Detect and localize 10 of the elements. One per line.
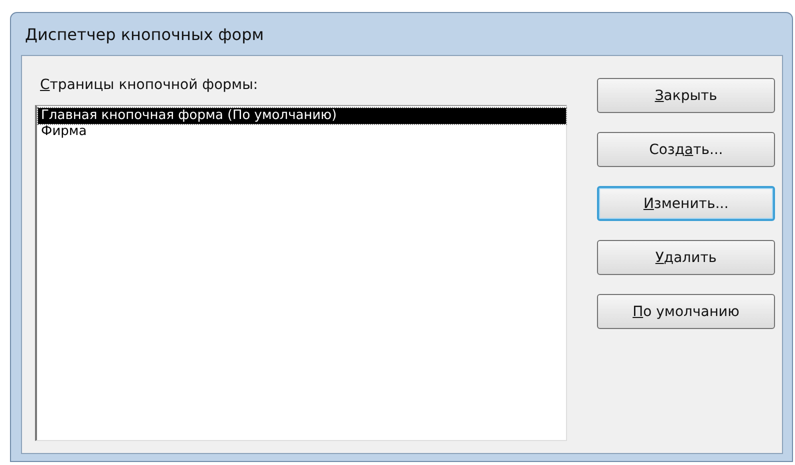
window-title: Диспетчер кнопочных форм — [25, 24, 264, 44]
dialog-button[interactable]: Создать... — [597, 132, 775, 167]
list-label: Страницы кнопочной формы: — [40, 77, 259, 93]
dialog-button[interactable]: По умолчанию — [597, 294, 775, 329]
dialog-button[interactable]: Удалить — [597, 240, 775, 275]
list-item[interactable]: Фирма — [38, 124, 566, 140]
pages-list[interactable]: Главная кнопочная форма (По умолчанию) Фирма — [35, 105, 567, 441]
dialog-button[interactable]: Закрыть — [597, 78, 775, 113]
list-item[interactable]: Главная кнопочная форма (По умолчанию) — [38, 108, 566, 124]
dialog-button[interactable]: Изменить... — [597, 186, 775, 221]
